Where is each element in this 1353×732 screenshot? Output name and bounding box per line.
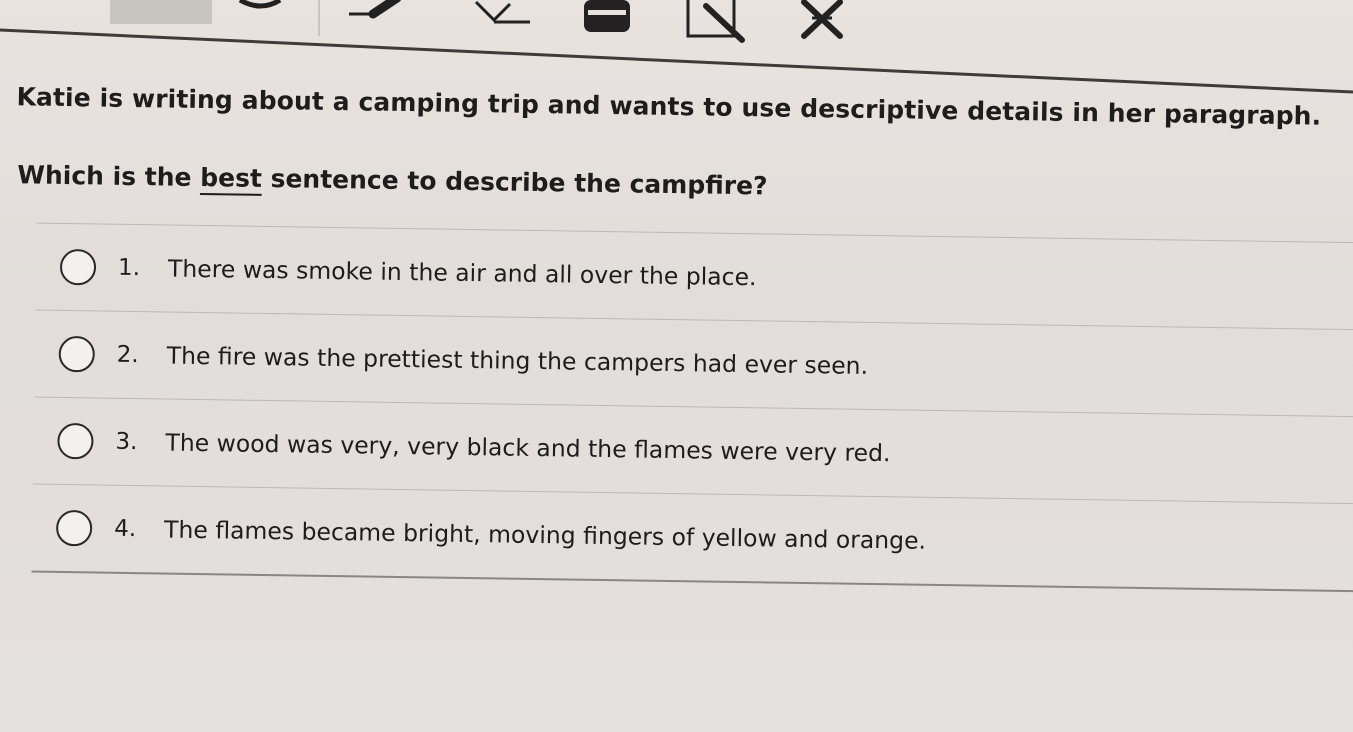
choice-number: 4. xyxy=(113,515,137,543)
radio-button-icon[interactable] xyxy=(57,422,94,460)
choice-text: The wood was very, very black and the fl… xyxy=(165,428,891,468)
choice-number: 1. xyxy=(117,254,141,282)
question-stem-start: Which is the xyxy=(17,160,201,192)
radio-button-icon[interactable] xyxy=(55,509,93,547)
radio-button-icon[interactable] xyxy=(59,248,97,286)
question-area: Katie is writing about a camping trip an… xyxy=(0,0,1353,732)
choice-number: 2. xyxy=(116,341,139,369)
answer-choice-4[interactable]: 4. The flames became bright, moving fing… xyxy=(31,483,1353,593)
choice-text: The flames became bright, moving fingers… xyxy=(163,515,927,555)
answer-choices: 1. There was smoke in the air and all ov… xyxy=(31,222,1353,593)
choice-number: 3. xyxy=(115,428,138,456)
question-stem-end: sentence to describe the campfire? xyxy=(261,163,768,201)
choice-text: The fire was the prettiest thing the cam… xyxy=(166,341,869,380)
question-prompt: Katie is writing about a camping trip an… xyxy=(16,82,1322,131)
question-stem: Which is the best sentence to describe t… xyxy=(17,160,768,200)
question-stem-emphasis: best xyxy=(200,162,263,193)
radio-button-icon[interactable] xyxy=(58,335,96,373)
choice-text: There was smoke in the air and all over … xyxy=(167,254,757,292)
